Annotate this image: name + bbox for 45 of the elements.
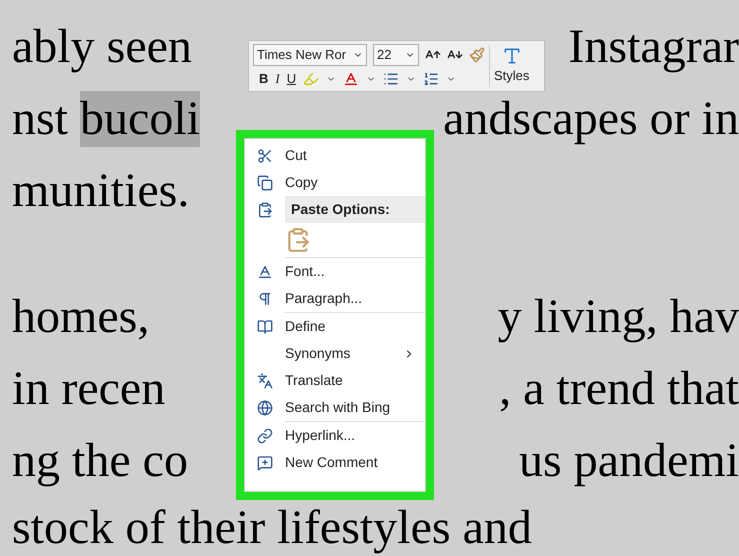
menu-header: Paste Options: [285, 196, 425, 223]
document-text: stock of their lifestyles and [12, 500, 532, 556]
document-text: Instagrar [568, 19, 739, 75]
document-text: andscapes or in [443, 91, 739, 147]
menu-item[interactable]: Hyperlink... [285, 422, 425, 449]
selected-text: bucoli [80, 91, 200, 147]
menu-item[interactable]: New Comment [285, 449, 425, 476]
menu-item[interactable]: Define [285, 313, 425, 340]
font-color-icon[interactable] [343, 70, 360, 86]
font-field[interactable]: Times New Ror [253, 44, 367, 66]
document-text: y living, hav [498, 289, 739, 345]
size-field[interactable]: 22 [373, 44, 419, 66]
styles-icon [502, 46, 522, 66]
menu-item[interactable]: Search with Bing [285, 394, 425, 421]
copy-icon [257, 174, 273, 190]
bullets-icon[interactable] [383, 70, 400, 86]
globe-icon [257, 400, 273, 416]
link-icon [257, 428, 273, 444]
paintbrush-icon[interactable] [469, 46, 485, 63]
document-text: , a trend that [499, 361, 739, 417]
menu-item[interactable]: Translate [285, 367, 425, 394]
menu-item[interactable]: Cut [285, 142, 425, 169]
numbering-icon[interactable] [423, 70, 440, 86]
translate-icon [257, 372, 273, 388]
comment-icon [257, 454, 273, 470]
document-text: us pandemi [519, 433, 739, 489]
book-icon [257, 318, 273, 334]
styles-button[interactable]: Styles [490, 41, 534, 91]
italic-button[interactable]: I [275, 68, 280, 88]
paragraph-icon [257, 290, 273, 306]
document-text: ably seen [12, 19, 192, 75]
letter-icon [257, 264, 273, 280]
menu-item[interactable]: Synonyms [285, 340, 425, 367]
document-text: homes, [12, 289, 150, 345]
document-text: ng the co [12, 433, 188, 489]
document-text: munities. [12, 163, 190, 219]
scissors-icon [257, 148, 273, 164]
menu-item[interactable]: Copy [285, 169, 425, 196]
bold-button[interactable]: B [259, 68, 268, 88]
menu-item[interactable]: Font... [285, 258, 425, 285]
clipboard-icon [257, 202, 273, 218]
menu-item[interactable]: Paragraph... [285, 285, 425, 312]
document-text: in recen [12, 361, 166, 417]
underline-button[interactable]: U [286, 68, 296, 88]
document-text: nst [12, 91, 70, 147]
